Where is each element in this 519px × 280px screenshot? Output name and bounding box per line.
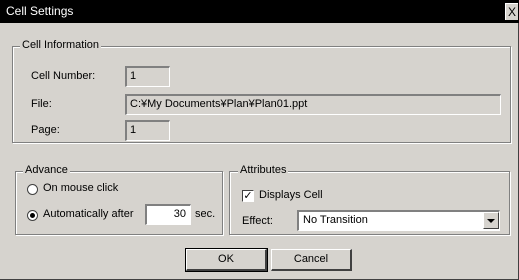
cell-information-legend: Cell Information	[20, 39, 102, 51]
automatically-after-label[interactable]: Automatically after	[43, 208, 133, 220]
cell-number-label: Cell Number:	[31, 70, 96, 82]
chevron-down-icon[interactable]	[483, 212, 499, 229]
advance-group: Advance	[15, 164, 223, 235]
cell-settings-dialog: Cell Settings X Cell Information Cell Nu…	[0, 0, 519, 280]
effect-label: Effect:	[242, 215, 273, 227]
check-icon[interactable]: ✓	[242, 190, 254, 202]
attributes-legend: Attributes	[238, 164, 289, 176]
effect-selected-value: No Transition	[303, 214, 368, 226]
on-mouse-click-label[interactable]: On mouse click	[43, 182, 118, 194]
cell-number-field: 1	[125, 66, 170, 87]
title-bar: Cell Settings X	[0, 0, 519, 23]
file-label: File:	[31, 98, 52, 110]
cancel-button[interactable]: Cancel	[271, 249, 352, 271]
page-label: Page:	[31, 124, 60, 136]
close-icon[interactable]: X	[505, 3, 518, 20]
advance-legend: Advance	[23, 164, 70, 176]
page-field: 1	[125, 120, 170, 141]
on-mouse-click-radio[interactable]	[27, 184, 38, 195]
file-path-field: C:¥My Documents¥Plan¥Plan01.ppt	[125, 94, 501, 115]
seconds-unit-label: sec.	[195, 208, 216, 220]
ok-button[interactable]: OK	[185, 248, 268, 272]
displays-cell-label[interactable]: Displays Cell	[259, 189, 323, 201]
window-title: Cell Settings	[6, 4, 74, 18]
effect-dropdown[interactable]: No Transition	[297, 210, 500, 231]
automatically-after-radio[interactable]	[27, 210, 38, 221]
seconds-input[interactable]: 30	[145, 204, 191, 225]
